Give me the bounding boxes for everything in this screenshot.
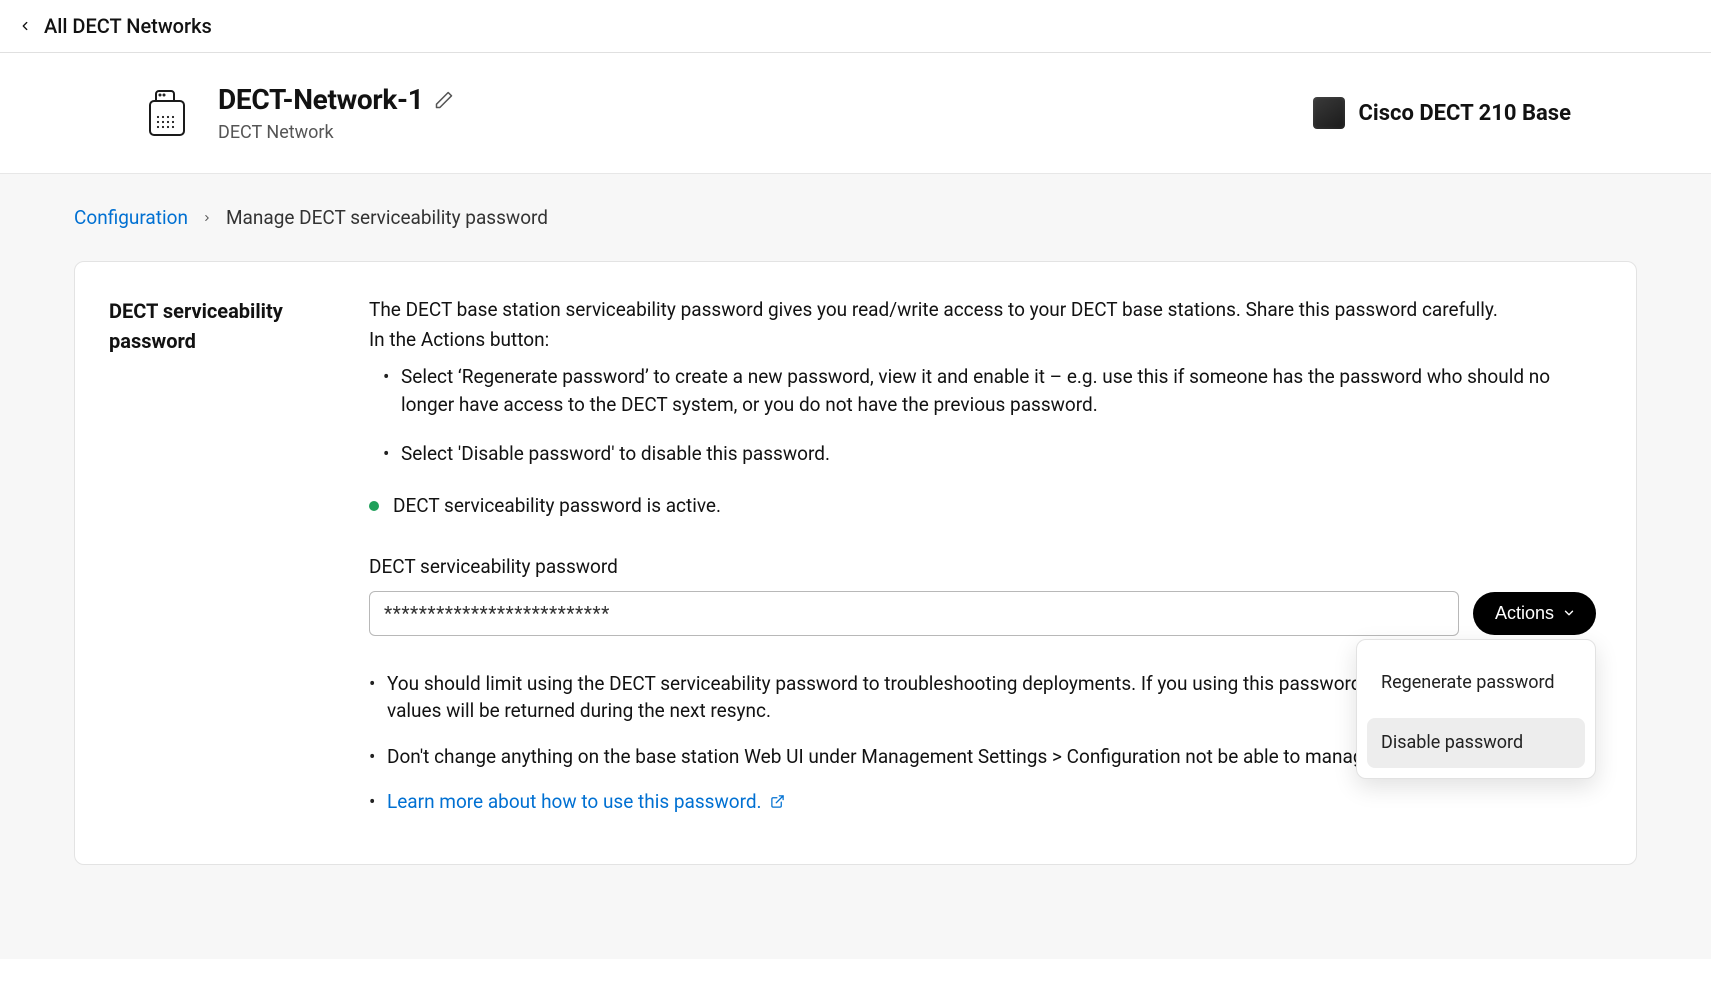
bullet-item: Select 'Disable password' to disable thi… — [383, 440, 1596, 468]
learn-more-link[interactable]: Learn more about how to use this passwor… — [387, 790, 762, 813]
dropdown-item-disable[interactable]: Disable password — [1367, 718, 1585, 768]
actions-dropdown: Regenerate password Disable password — [1356, 639, 1596, 779]
card-section-title-wrap: DECT serviceability password — [109, 296, 309, 834]
base-station-thumbnail — [1313, 97, 1345, 129]
chevron-left-icon — [18, 19, 32, 33]
card-section-title: DECT serviceability password — [109, 296, 309, 356]
intro-text-1: The DECT base station serviceability pas… — [369, 296, 1596, 324]
intro-text-2: In the Actions button: — [369, 326, 1596, 354]
body-area: Configuration Manage DECT serviceability… — [0, 174, 1711, 959]
page-subtitle: DECT Network — [218, 122, 454, 143]
serviceability-password-card: DECT serviceability password The DECT ba… — [74, 261, 1637, 865]
status-dot-icon — [369, 501, 379, 511]
chevron-down-icon — [1562, 606, 1576, 620]
action-bullets: Select ‘Regenerate password’ to create a… — [383, 363, 1596, 468]
edit-icon[interactable] — [434, 90, 454, 110]
actions-button-label: Actions — [1495, 603, 1554, 624]
chevron-right-icon — [202, 211, 212, 225]
header-left: DECT-Network-1 DECT Network — [140, 83, 454, 143]
header-title-block: DECT-Network-1 DECT Network — [218, 83, 454, 143]
note-item-learn-more: Learn more about how to use this passwor… — [369, 788, 1596, 816]
status-row: DECT serviceability password is active. — [369, 492, 1596, 520]
header-right: Cisco DECT 210 Base — [1313, 97, 1571, 129]
base-station-label: Cisco DECT 210 Base — [1359, 101, 1571, 126]
external-link-icon — [770, 794, 785, 809]
network-icon — [140, 86, 194, 140]
bullet-item: Select ‘Regenerate password’ to create a… — [383, 363, 1596, 418]
back-bar[interactable]: All DECT Networks — [0, 0, 1711, 53]
breadcrumb-current: Manage DECT serviceability password — [226, 206, 548, 229]
card-content: The DECT base station serviceability pas… — [369, 296, 1596, 834]
breadcrumb-link-configuration[interactable]: Configuration — [74, 206, 188, 229]
password-input[interactable] — [369, 591, 1459, 636]
back-label: All DECT Networks — [44, 14, 212, 38]
actions-button[interactable]: Actions — [1473, 592, 1596, 635]
status-text: DECT serviceability password is active. — [393, 492, 721, 520]
page-title: DECT-Network-1 — [218, 83, 424, 116]
password-field-label: DECT serviceability password — [369, 553, 1596, 581]
page-header: DECT-Network-1 DECT Network Cisco DECT 2… — [0, 53, 1711, 174]
password-field-row: Actions Regenerate password Disable pass… — [369, 591, 1596, 636]
dropdown-item-regenerate[interactable]: Regenerate password — [1367, 658, 1585, 708]
breadcrumb: Configuration Manage DECT serviceability… — [74, 206, 1637, 229]
